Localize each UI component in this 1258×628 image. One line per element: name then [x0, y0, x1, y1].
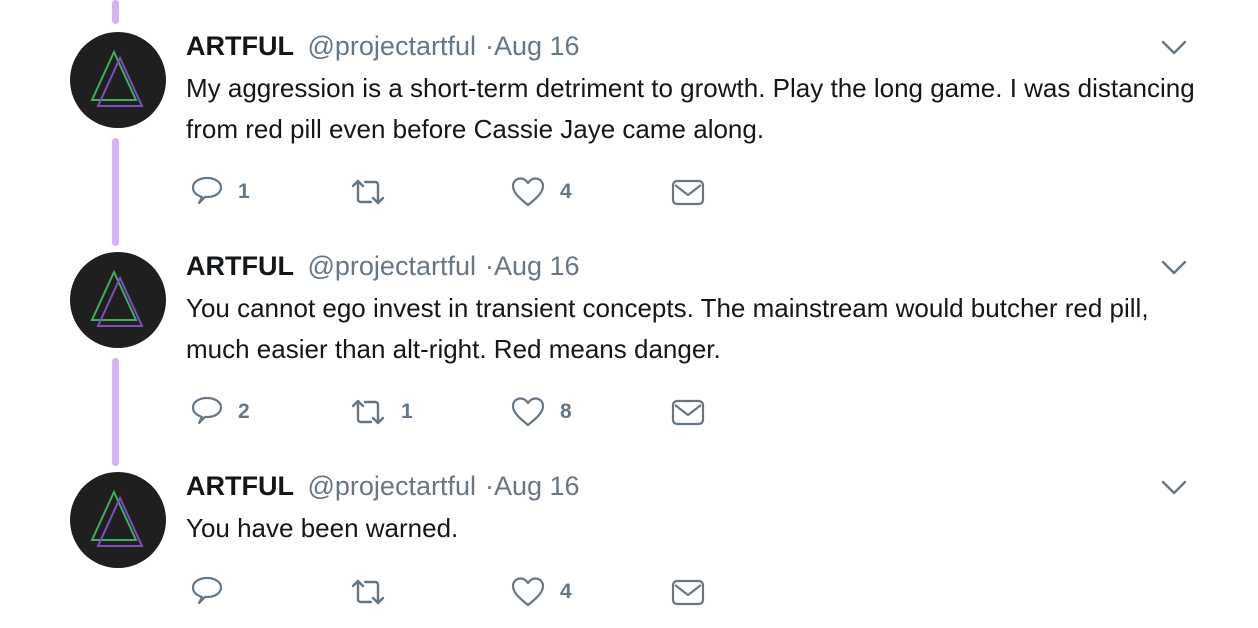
direct-message-icon — [671, 399, 705, 426]
tweet-text: You have been warned. — [186, 513, 459, 543]
author-name[interactable]: ARTFUL — [186, 31, 294, 61]
direct-message-icon — [671, 179, 705, 206]
tweet-date[interactable]: Aug 16 — [494, 251, 580, 281]
author-name[interactable]: ARTFUL — [186, 251, 294, 281]
reply-button[interactable]: 1 — [190, 172, 250, 212]
triangle-logo-icon — [90, 489, 144, 547]
retweet-icon — [351, 579, 385, 605]
retweet-icon — [351, 399, 385, 425]
avatar[interactable] — [70, 32, 166, 128]
triangle-logo-icon — [90, 269, 144, 327]
reply-icon — [191, 396, 223, 425]
direct-message-button[interactable] — [670, 572, 706, 612]
like-button[interactable]: 4 — [510, 172, 572, 212]
reply-icon — [191, 176, 223, 205]
avatar[interactable] — [70, 472, 166, 568]
separator-dot: · — [484, 251, 494, 281]
triangle-logo-icon — [90, 49, 144, 107]
author-name[interactable]: ARTFUL — [186, 471, 294, 501]
thread-line — [112, 138, 119, 246]
reply-count: 2 — [238, 400, 250, 423]
reply-button[interactable]: 2 — [190, 392, 250, 432]
retweet-icon — [351, 179, 385, 205]
reply-button[interactable] — [190, 572, 238, 612]
tweet-date[interactable]: Aug 16 — [494, 471, 580, 501]
direct-message-button[interactable] — [670, 172, 706, 212]
retweet-button[interactable] — [349, 172, 401, 212]
chevron-down-icon[interactable] — [1160, 33, 1188, 61]
separator-dot: · — [484, 471, 494, 501]
tweet-date[interactable]: Aug 16 — [494, 31, 580, 61]
separator-dot: · — [484, 31, 494, 61]
author-handle[interactable]: @projectartful — [308, 471, 476, 501]
thread-line — [112, 358, 119, 466]
tweet-header: ARTFUL @projectartful ·Aug 16 — [186, 29, 580, 63]
author-handle[interactable]: @projectartful — [308, 31, 476, 61]
retweet-button[interactable]: 1 — [349, 392, 413, 432]
chevron-down-icon[interactable] — [1160, 253, 1188, 281]
direct-message-icon — [671, 579, 705, 606]
retweet-button[interactable] — [349, 572, 401, 612]
avatar[interactable] — [70, 252, 166, 348]
author-handle[interactable]: @projectartful — [308, 251, 476, 281]
chevron-down-icon[interactable] — [1160, 473, 1188, 501]
like-button[interactable]: 8 — [510, 392, 572, 432]
tweet-header: ARTFUL @projectartful ·Aug 16 — [186, 469, 580, 503]
reply-count: 1 — [238, 180, 250, 203]
like-count: 4 — [560, 180, 572, 203]
like-count: 4 — [560, 580, 572, 603]
like-icon — [511, 577, 545, 607]
reply-icon — [191, 576, 223, 605]
direct-message-button[interactable] — [670, 392, 706, 432]
like-icon — [511, 397, 545, 427]
like-count: 8 — [560, 400, 572, 423]
like-icon — [511, 177, 545, 207]
tweet-text: You cannot ego invest in transient conce… — [186, 293, 1149, 364]
tweet-text: My aggression is a short-term detriment … — [186, 73, 1195, 144]
tweet-header: ARTFUL @projectartful ·Aug 16 — [186, 249, 580, 283]
like-button[interactable]: 4 — [510, 572, 572, 612]
thread-line — [112, 0, 119, 24]
retweet-count: 1 — [401, 400, 413, 423]
